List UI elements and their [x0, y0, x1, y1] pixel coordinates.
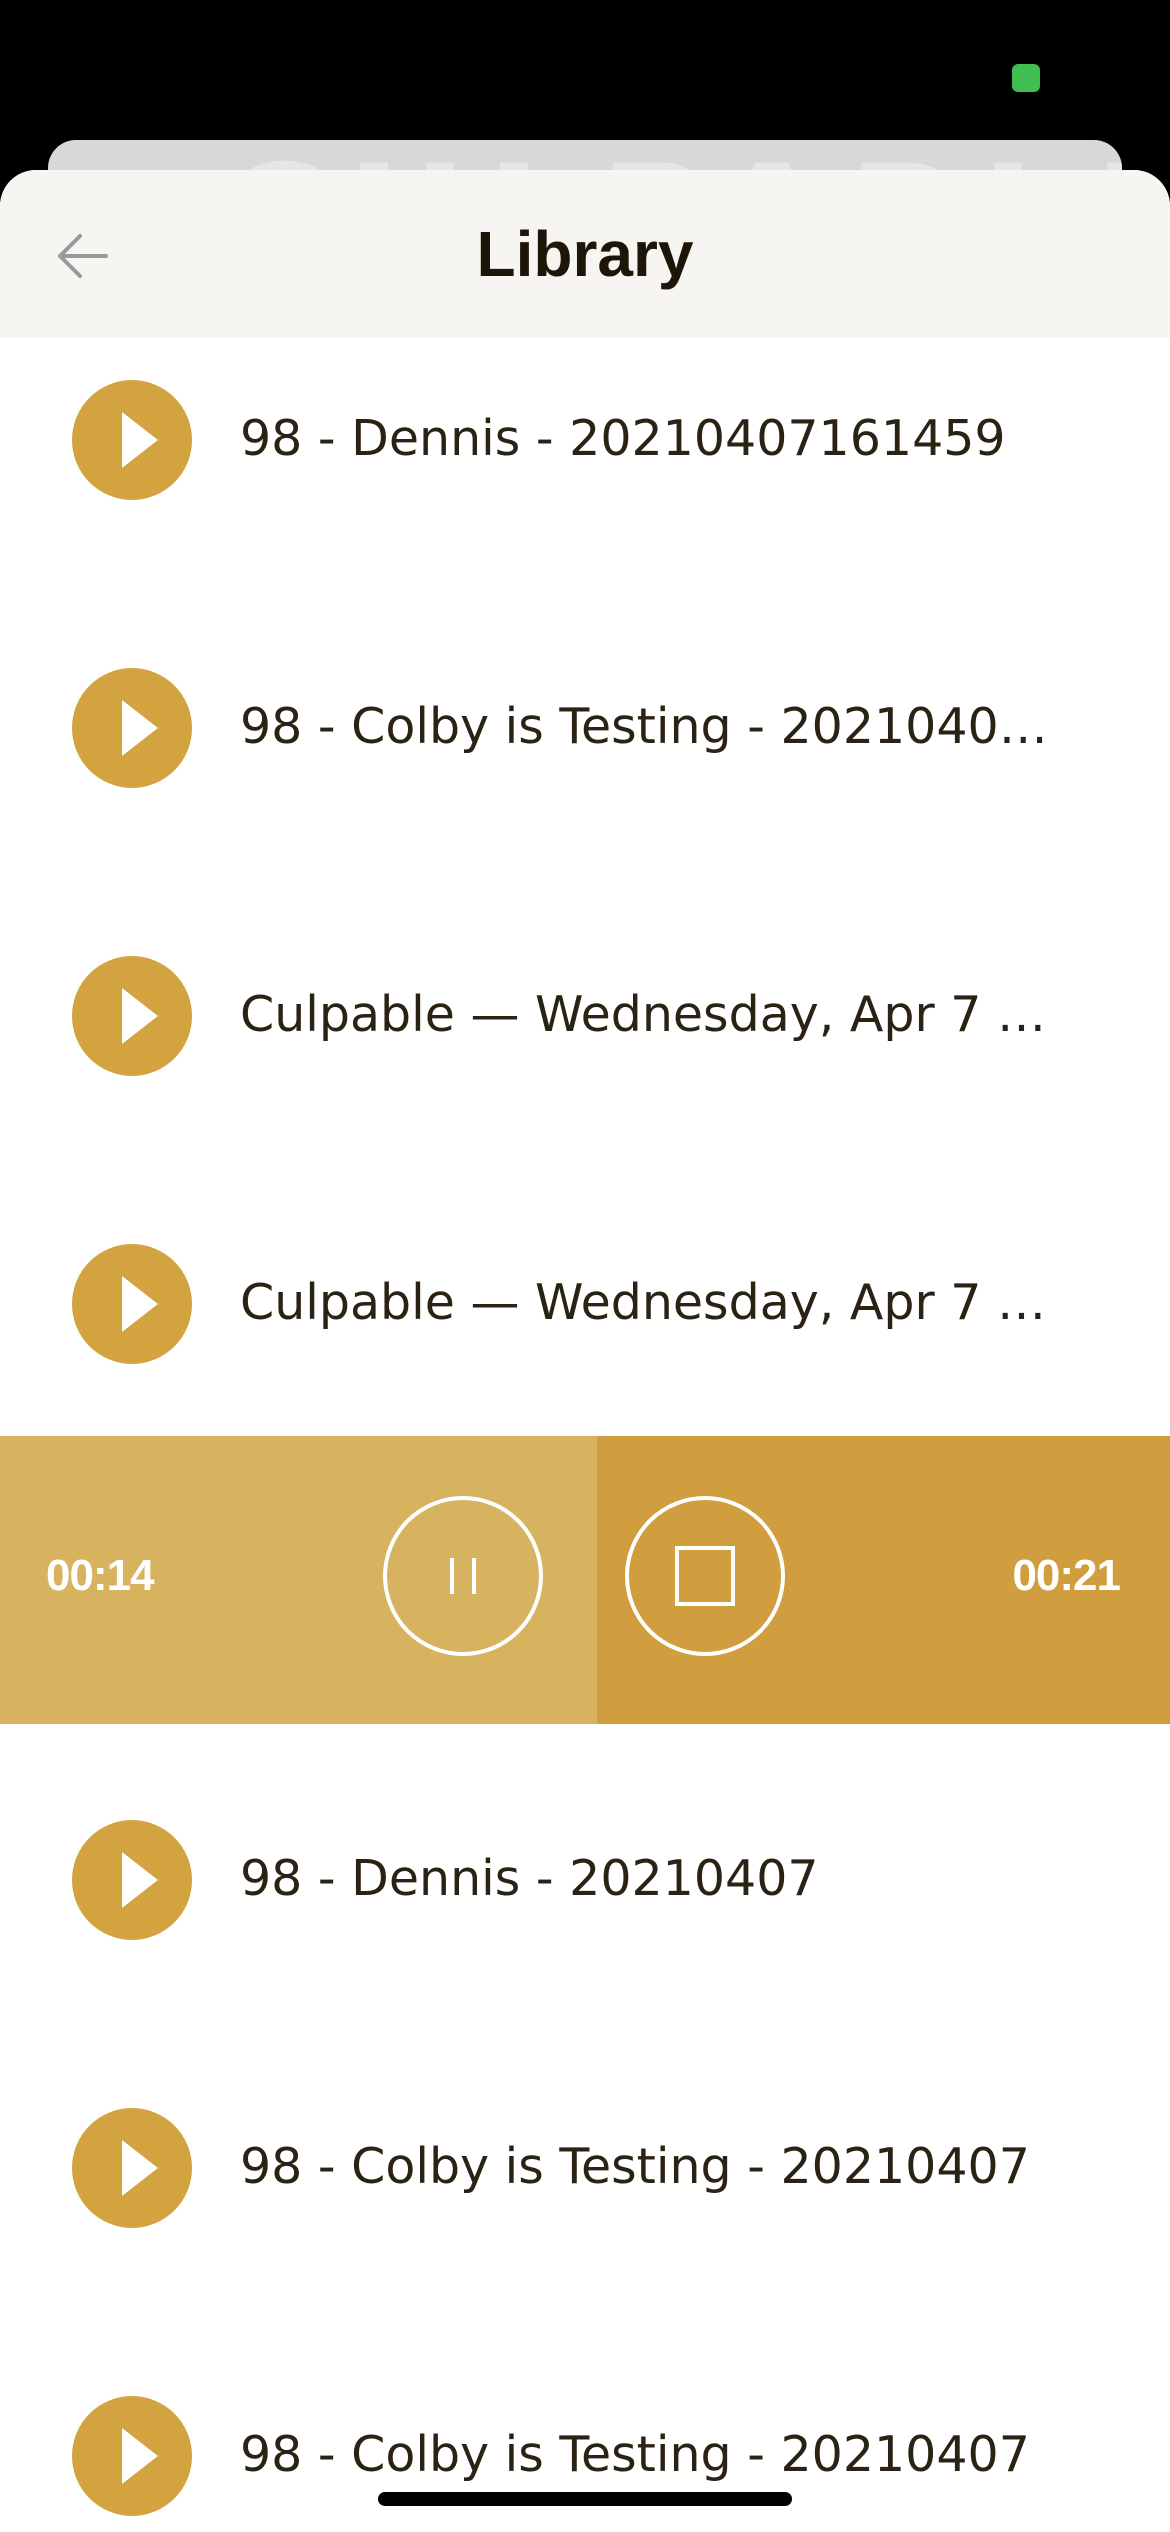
play-button[interactable] [72, 1820, 192, 1940]
list-item[interactable]: Culpable — Wednesday, Apr 7 @... [0, 1234, 1170, 1374]
home-indicator [378, 2492, 792, 2506]
recording-title: 98 - Dennis - 20210407161459 [240, 410, 1006, 467]
recording-title: 98 - Dennis - 20210407 [240, 1850, 819, 1907]
page-title: Library [476, 218, 694, 290]
recording-title: Culpable — Wednesday, Apr 7 @... [240, 1274, 1060, 1331]
stop-button[interactable] [625, 1496, 785, 1656]
play-button[interactable] [72, 2108, 192, 2228]
play-icon [122, 2428, 158, 2484]
play-button[interactable] [72, 380, 192, 500]
recording-title: 98 - Colby is Testing - 20210407 [240, 2138, 1030, 2195]
list-item[interactable]: 98 - Colby is Testing - 20210407 [0, 2098, 1170, 2238]
play-icon [122, 700, 158, 756]
play-button[interactable] [72, 2396, 192, 2516]
library-sheet: Library 98 - Dennis - 20210407161459 98 … [0, 170, 1170, 2532]
header: Library [0, 170, 1170, 338]
play-icon [122, 988, 158, 1044]
status-indicator [1012, 64, 1040, 92]
list-item[interactable]: Culpable — Wednesday, Apr 7 @... [0, 946, 1170, 1086]
play-button[interactable] [72, 668, 192, 788]
list-item[interactable]: 98 - Dennis - 20210407 [0, 1810, 1170, 1950]
audio-player-bar: 00:14 00:21 [0, 1436, 1170, 1724]
play-icon [122, 1276, 158, 1332]
pause-button[interactable] [383, 1496, 543, 1656]
elapsed-time: 00:14 [46, 1551, 155, 1600]
pause-icon [450, 1558, 476, 1594]
recording-title: 98 - Colby is Testing - 20210407 [240, 2426, 1030, 2483]
play-button[interactable] [72, 1244, 192, 1364]
list-item[interactable]: 98 - Colby is Testing - 202104071... [0, 658, 1170, 798]
list-item[interactable]: 98 - Dennis - 20210407161459 [0, 370, 1170, 510]
play-icon [122, 412, 158, 468]
play-button[interactable] [72, 956, 192, 1076]
recording-title: 98 - Colby is Testing - 202104071... [240, 698, 1060, 755]
play-icon [122, 1852, 158, 1908]
recording-title: Culpable — Wednesday, Apr 7 @... [240, 986, 1060, 1043]
play-icon [122, 2140, 158, 2196]
total-time: 00:21 [1012, 1551, 1121, 1600]
stop-icon [675, 1546, 735, 1606]
